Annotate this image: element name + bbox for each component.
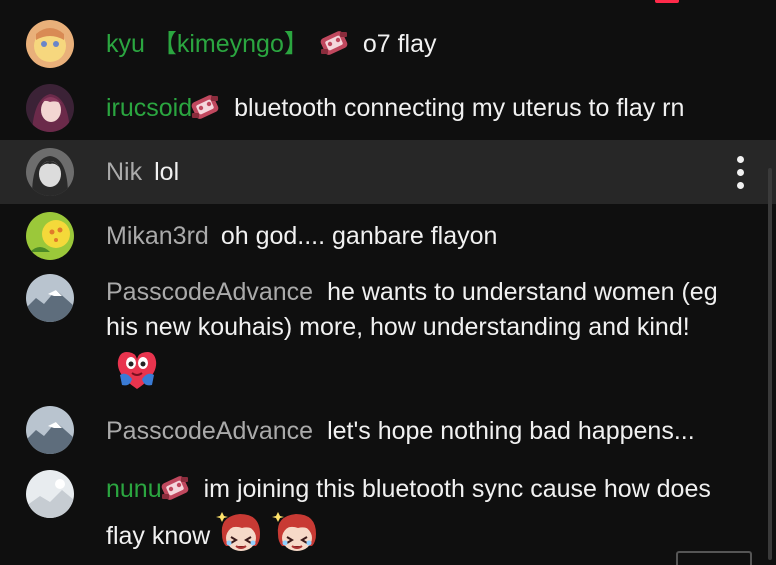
chat-message: nunu im joining this bluetooth sync cause…: [0, 466, 776, 560]
message-text: bluetooth connecting my uterus to flay r…: [234, 94, 685, 122]
message-line: PasscodeAdvance he wants to understand wo…: [106, 275, 736, 393]
avatar[interactable]: [26, 406, 74, 454]
avatar[interactable]: [26, 274, 74, 322]
author-name[interactable]: Mikan3rd: [106, 222, 209, 250]
message-line: PasscodeAdvance let's hope nothing bad ha…: [106, 412, 736, 450]
message-line: irucsoid bluetooth connecting my uterus t…: [106, 89, 736, 127]
member-badge-icon: [160, 474, 190, 502]
scrollbar[interactable]: [768, 168, 772, 560]
author-name[interactable]: PasscodeAdvance: [106, 417, 313, 445]
author-name[interactable]: kyu 【kimeyngo】: [106, 30, 309, 58]
chat-message: Mikan3rd oh god.... ganbare flayon: [0, 204, 776, 268]
crying-character-emoji-icon: [216, 508, 266, 556]
author-name[interactable]: irucsoid: [106, 94, 192, 122]
crying-character-emoji-icon: [272, 508, 322, 556]
avatar[interactable]: [26, 84, 74, 132]
avatar[interactable]: [26, 470, 74, 518]
bottom-corner-frame: [676, 551, 752, 565]
chat-message: kyu 【kimeyngo】 o7 flay: [0, 12, 776, 76]
message-line: Mikan3rd oh god.... ganbare flayon: [106, 217, 736, 255]
chat-message: PasscodeAdvance let's hope nothing bad ha…: [0, 400, 776, 464]
message-text: im joining this bluetooth sync cause how…: [106, 475, 711, 550]
live-chat-list: kyu 【kimeyngo】 o7 flay irucsoid bluetooth …: [0, 0, 776, 560]
avatar[interactable]: [26, 148, 74, 196]
member-badge-icon: [190, 93, 220, 121]
member-badge-icon: [319, 29, 349, 57]
message-text: oh god.... ganbare flayon: [220, 222, 498, 250]
message-line: nunu im joining this bluetooth sync cause…: [106, 470, 736, 556]
author-name[interactable]: Nik: [106, 158, 142, 186]
hug-emoji-icon: [117, 352, 157, 389]
message-line: kyu 【kimeyngo】 o7 flay: [106, 25, 736, 63]
message-line: Nik lol: [106, 153, 736, 191]
chat-message: PasscodeAdvance he wants to understand wo…: [0, 268, 776, 398]
avatar[interactable]: [26, 20, 74, 68]
author-name[interactable]: PasscodeAdvance: [106, 278, 313, 306]
more-vert-icon[interactable]: [722, 154, 758, 190]
message-text: let's hope nothing bad happens...: [327, 417, 695, 445]
message-text: o7 flay: [362, 30, 437, 58]
chat-message-hovered[interactable]: Nik lol: [0, 140, 776, 204]
chat-message: irucsoid bluetooth connecting my uterus t…: [0, 76, 776, 140]
message-text: lol: [154, 158, 180, 186]
author-name[interactable]: nunu: [106, 475, 162, 503]
avatar[interactable]: [26, 212, 74, 260]
